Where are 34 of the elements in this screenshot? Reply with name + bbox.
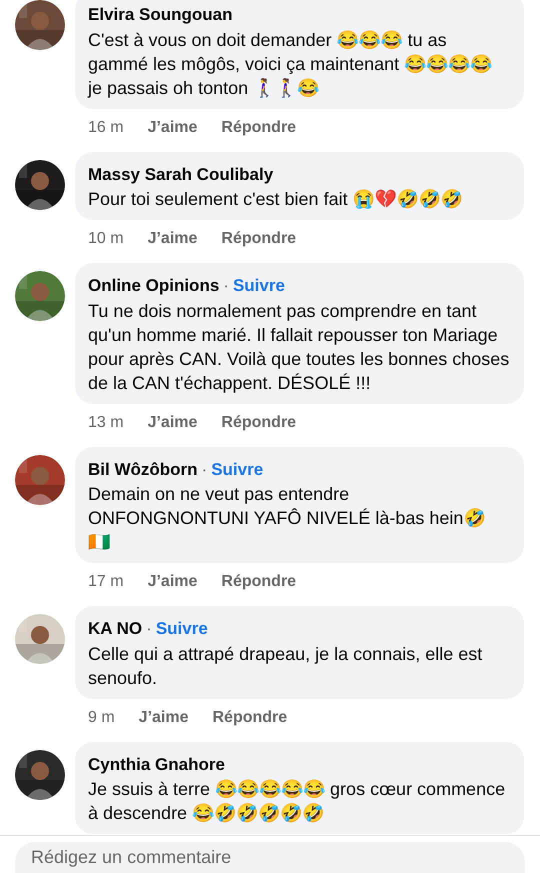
comment-text: Je ssuis à terre 😂😂😂😂😂 gros cœur commence à descendre 😂🤣🤣🤣🤣🤣 [88,778,506,825]
like-button[interactable]: J’aime [138,706,188,730]
reply-button[interactable]: Répondre [221,227,296,251]
comment-text: Pour toi seulement c'est bien fait 😭💔🤣🤣🤣 [88,188,464,211]
timestamp: 16 m [88,118,124,138]
follow-link[interactable]: Suivre [156,616,208,642]
author-name[interactable]: Cynthia Gnahore [88,752,225,777]
comment-text: C'est à vous on doit demander 😂😂😂 tu as gammé les môgôs, voici ça maintenant 😂😂😂😂 je passais oh tonton 🚶‍♀🚶‍♀😂 [88,28,494,100]
comment-field[interactable]: Rédigez un commentaire [15,842,525,873]
timestamp: 10 m [88,229,124,249]
like-button[interactable]: J’aime [148,227,198,251]
timestamp: 13 m [88,412,124,432]
separator-dot: · [146,618,152,640]
author-name[interactable]: Massy Sarah Coulibaly [88,162,274,187]
reply-button[interactable]: Répondre [221,410,296,434]
like-button[interactable]: J’aime [148,116,198,140]
comment-text: Celle qui a attrapé drapeau, je la connais, elle est senoufo. [88,642,484,690]
reply-button[interactable]: Répondre [221,570,296,594]
author-name[interactable]: KA NO [88,616,142,642]
reply-button[interactable]: Répondre [212,706,288,730]
like-button[interactable]: J’aime [148,570,198,594]
timestamp: 9 m [88,708,115,728]
follow-link[interactable]: Suivre [211,456,264,482]
reply-button[interactable]: Répondre [221,116,296,140]
comment-text: Tu ne dois normalement pas comprendre en tant qu'un homme marié. Il fallait repousser ton Mariage pour après CAN. Voilà que toutes les bonnes choses de la CAN t'échappent. DÉSOLÉ !!! [88,300,510,394]
comment-text: Demain on ne veut pas entendre ONFONGNONTUNI YAFÔ NIVELÉ là-bas hein🤣 🇨🇮 [88,483,486,554]
author-name[interactable]: Elvira Soungouan [88,2,233,28]
separator-dot: · [202,458,208,480]
separator-dot: · [223,275,229,297]
timestamp: 17 m [88,572,124,592]
author-name[interactable]: Online Opinions [88,273,220,298]
author-name[interactable]: Bil Wôzôborn [88,456,198,482]
follow-link[interactable]: Suivre [232,273,285,298]
like-button[interactable]: J’aime [148,410,198,434]
